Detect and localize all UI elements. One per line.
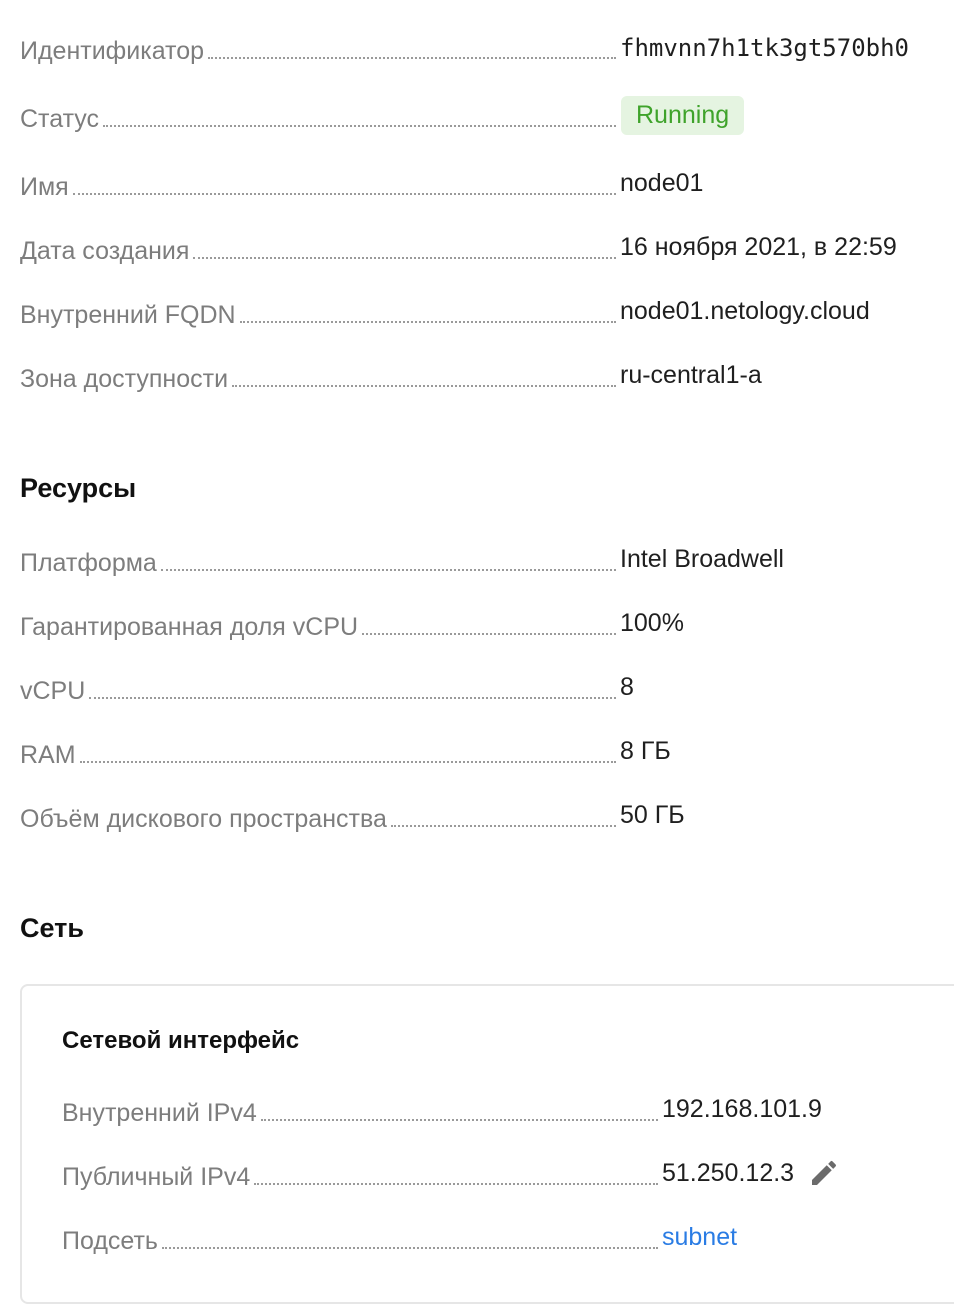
fqdn-value: node01.netology.cloud bbox=[620, 297, 870, 325]
zone-label: Зона доступности bbox=[20, 365, 229, 393]
id-label: Идентификатор bbox=[20, 37, 205, 65]
info-row-status: Статус bbox=[20, 98, 616, 134]
internal-ipv4-value: 192.168.101.9 bbox=[662, 1095, 822, 1123]
leader-dots bbox=[362, 633, 616, 635]
vcpu-share-label: Гарантированная доля vCPU bbox=[20, 613, 359, 641]
leader-dots bbox=[89, 697, 616, 699]
vcpu-value: 8 bbox=[620, 673, 634, 701]
disk-value: 50 ГБ bbox=[620, 801, 685, 829]
internal-ipv4-label: Внутренний IPv4 bbox=[62, 1099, 257, 1127]
disk-label: Объём дискового пространства bbox=[20, 805, 387, 833]
resources-row-platform: Платформа bbox=[20, 542, 616, 578]
network-row-internal-ipv4: Внутренний IPv4 bbox=[62, 1092, 658, 1128]
vcpu-share-value: 100% bbox=[620, 609, 684, 637]
pencil-icon-svg bbox=[812, 1160, 837, 1185]
network-title: Сеть bbox=[20, 913, 84, 943]
leader-dots bbox=[161, 1247, 658, 1249]
name-label: Имя bbox=[20, 173, 69, 201]
leader-dots bbox=[254, 1183, 658, 1185]
resources-row-disk: Объём дискового пространства bbox=[20, 798, 616, 834]
resources-row-vcpu: vCPU bbox=[20, 670, 616, 706]
leader-dots bbox=[160, 569, 616, 571]
public-ipv4-value: 51.250.12.3 bbox=[662, 1159, 795, 1187]
ram-value: 8 ГБ bbox=[620, 737, 671, 765]
network-row-subnet: Подсеть bbox=[62, 1220, 658, 1256]
network-interface-title: Сетевой интерфейс bbox=[62, 1027, 300, 1054]
platform-label: Платформа bbox=[20, 549, 157, 577]
ram-label: RAM bbox=[20, 741, 76, 769]
created-label: Дата создания bbox=[20, 237, 190, 265]
resources-title: Ресурсы bbox=[20, 473, 137, 503]
leader-dots bbox=[72, 193, 616, 195]
resources-row-vcpu-share: Гарантированная доля vCPU bbox=[20, 606, 616, 642]
zone-value: ru-central1-a bbox=[620, 361, 762, 389]
info-row-zone: Зона доступности bbox=[20, 358, 616, 394]
name-value: node01 bbox=[620, 169, 704, 197]
leader-dots bbox=[260, 1119, 658, 1121]
leader-dots bbox=[232, 385, 616, 387]
leader-dots bbox=[208, 57, 616, 59]
info-row-name: Имя bbox=[20, 166, 616, 202]
leader-dots bbox=[79, 761, 616, 763]
leader-dots bbox=[193, 257, 616, 259]
platform-value: Intel Broadwell bbox=[620, 545, 784, 573]
status-badge: Running bbox=[621, 96, 745, 135]
subnet-label: Подсеть bbox=[62, 1227, 158, 1255]
network-row-public-ipv4: Публичный IPv4 bbox=[62, 1156, 658, 1192]
public-ipv4-label: Публичный IPv4 bbox=[62, 1163, 251, 1191]
info-row-id: Идентификатор bbox=[20, 30, 616, 66]
info-row-fqdn: Внутренний FQDN bbox=[20, 294, 616, 330]
leader-dots bbox=[239, 321, 616, 323]
resources-row-ram: RAM bbox=[20, 734, 616, 770]
fqdn-label: Внутренний FQDN bbox=[20, 301, 236, 329]
leader-dots bbox=[390, 825, 616, 827]
status-label: Статус bbox=[20, 105, 100, 133]
leader-dots bbox=[103, 125, 616, 127]
subnet-link[interactable]: subnet bbox=[662, 1222, 737, 1252]
vcpu-label: vCPU bbox=[20, 677, 86, 705]
info-row-created: Дата создания bbox=[20, 230, 616, 266]
id-value: fhmvnn7h1tk3gt570bh0 bbox=[620, 34, 909, 62]
created-value: 16 ноября 2021, в 22:59 bbox=[620, 233, 897, 261]
pencil-icon[interactable] bbox=[808, 1157, 840, 1189]
